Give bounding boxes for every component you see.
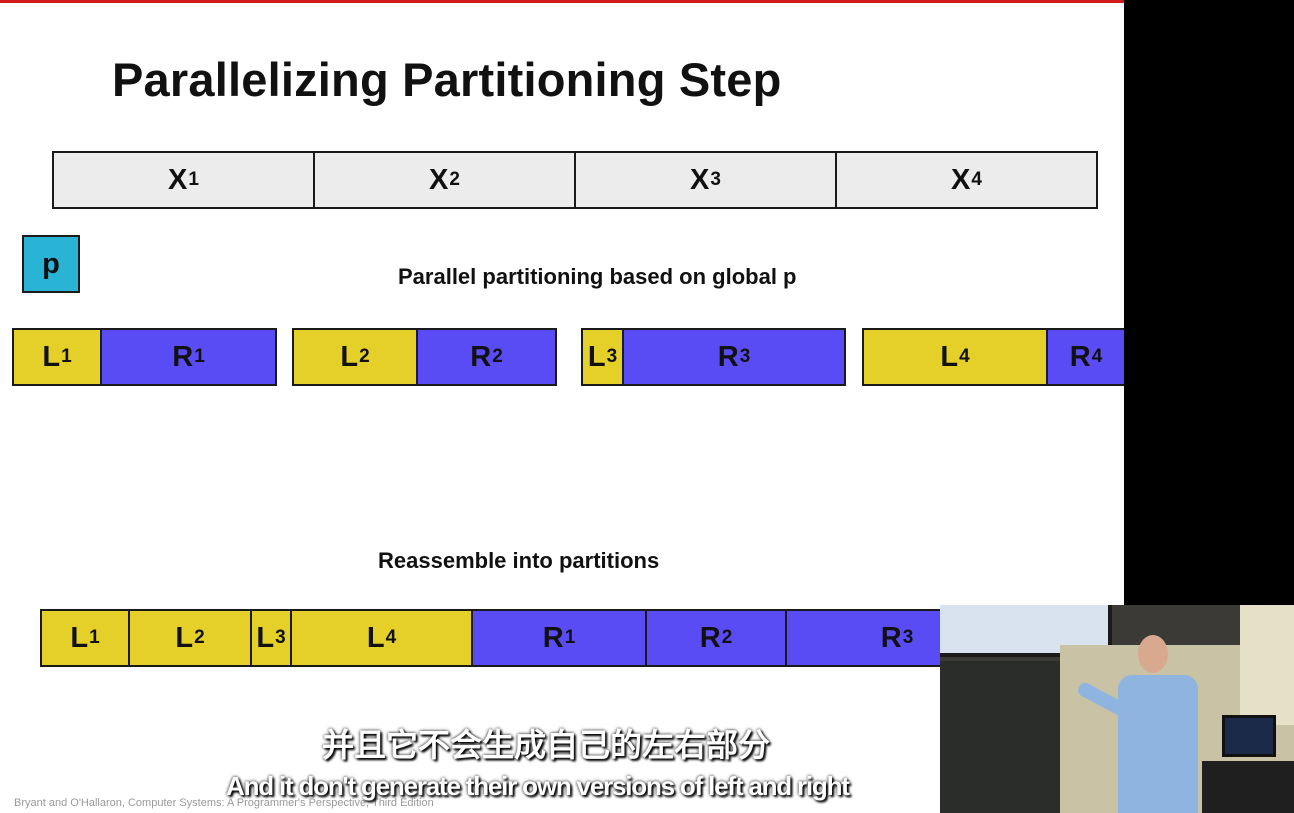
merged-r2: R2 [645,609,787,667]
merged-l3: L3 [250,609,292,667]
block-x1: X1 [52,151,315,209]
block-r3: R3 [622,328,846,386]
block-l2: L2 [292,328,418,386]
block-x2: X2 [313,151,576,209]
subtitle-english: And it don't generate their own versions… [226,771,850,801]
accent-bar [0,0,1124,3]
merged-r1: R1 [471,609,647,667]
presenter-body [1118,675,1198,813]
podium-monitor [1222,715,1276,757]
pivot-box: p [22,235,80,293]
block-r1: R1 [100,328,277,386]
merged-l2: L2 [128,609,252,667]
block-l4: L4 [862,328,1048,386]
podium-desk [1202,761,1294,813]
chalkboard [940,661,1060,813]
block-r2: R2 [416,328,557,386]
merged-l4: L4 [290,609,473,667]
subtitle-chinese: 并且它不会生成自己的左右部分 [322,726,771,764]
block-l3: L3 [581,328,624,386]
block-l1: L1 [12,328,102,386]
slide-title: Parallelizing Partitioning Step [112,53,782,106]
block-x3: X3 [574,151,837,209]
block-r4: R4 [1046,328,1124,386]
presenter-head [1138,635,1168,673]
block-x4: X4 [835,151,1098,209]
presenter-video-icon [940,605,1294,813]
caption-partition: Parallel partitioning based on global p [398,264,797,289]
wall-panel [1240,605,1294,725]
caption-reassemble: Reassemble into partitions [378,548,660,573]
merged-l1: L1 [40,609,130,667]
